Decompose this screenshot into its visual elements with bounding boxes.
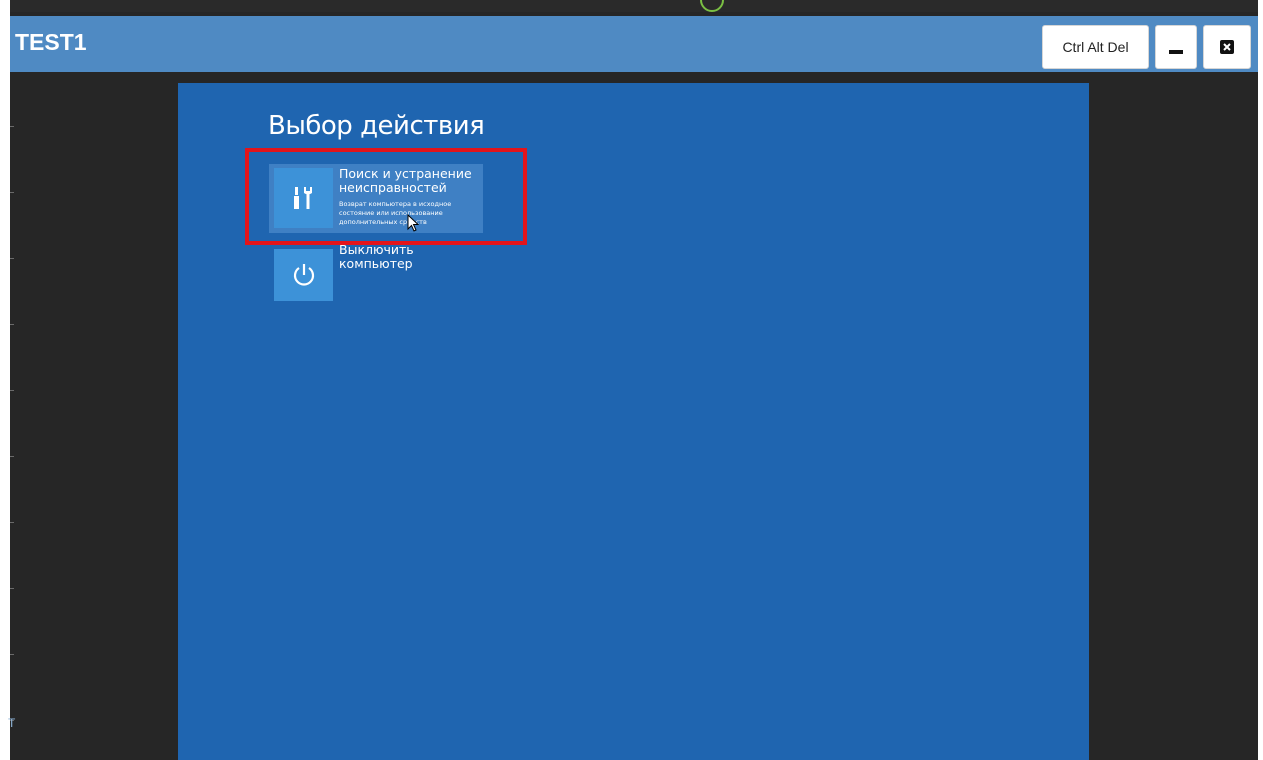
remote-console-window: TEST1 Ctrl Alt Del T Выбор действия Поис… (8, 12, 1258, 760)
minimize-icon (1169, 50, 1183, 54)
title-bar: TEST1 Ctrl Alt Del (10, 16, 1258, 72)
troubleshoot-title: Поиск и устранение неисправностей (339, 166, 472, 195)
right-edge (1258, 0, 1263, 760)
ctrl-alt-del-button[interactable]: Ctrl Alt Del (1042, 25, 1149, 69)
ruler-tick (10, 588, 14, 589)
troubleshoot-option[interactable]: Поиск и устранение неисправностей Возвра… (269, 164, 483, 233)
troubleshoot-tile (274, 168, 333, 228)
ruler-tick (10, 258, 14, 259)
minimize-button[interactable] (1155, 25, 1197, 69)
ruler-tick (10, 126, 14, 127)
window-title: TEST1 (15, 29, 87, 55)
mouse-cursor-icon (407, 214, 419, 232)
ruler-tick (10, 324, 14, 325)
page-title: Выбор действия (268, 111, 485, 141)
tools-icon (293, 187, 312, 209)
side-marker: T (8, 716, 16, 730)
ruler-tick (10, 192, 14, 193)
ruler-tick (10, 522, 14, 523)
shutdown-option[interactable]: Выключить компьютер (269, 243, 483, 304)
ruler-tick (10, 456, 14, 457)
close-icon (1220, 40, 1234, 54)
remote-screen[interactable]: Выбор действия Поиск и устранение неиспр… (178, 83, 1089, 760)
power-icon (293, 264, 314, 286)
left-ruler (10, 72, 14, 760)
close-button[interactable] (1203, 25, 1251, 69)
shutdown-title: Выключить компьютер (339, 242, 414, 271)
top-strip (0, 0, 1263, 12)
ruler-tick (10, 390, 14, 391)
ruler-tick (10, 654, 14, 655)
top-strip-inner (10, 0, 1258, 12)
shutdown-tile (274, 249, 333, 301)
